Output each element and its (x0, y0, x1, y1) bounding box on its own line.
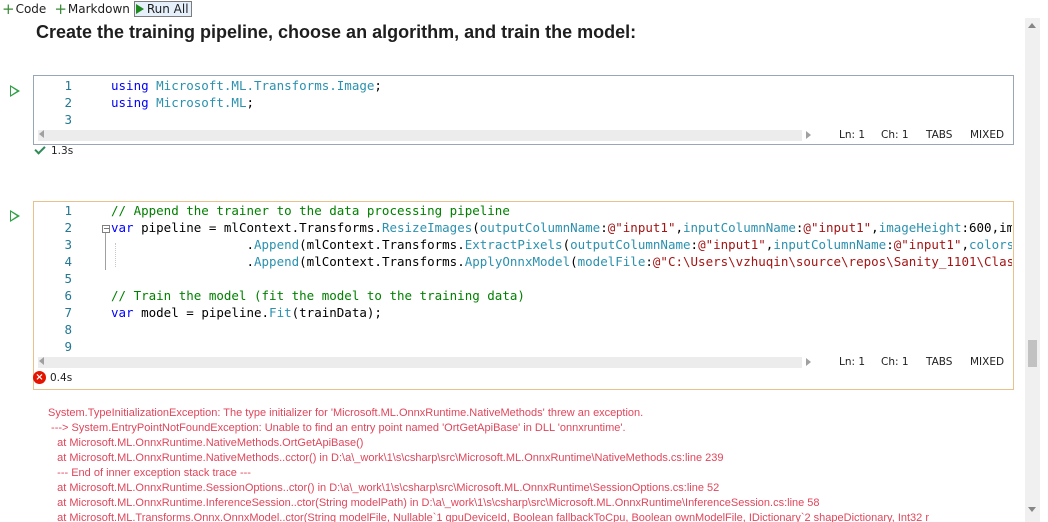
column-indicator: Ch: 1 (881, 129, 909, 141)
horizontal-scrollbar[interactable] (38, 130, 802, 141)
line-ending-indicator[interactable]: MIXED (970, 356, 1004, 368)
error-output-line: ---> System.EntryPointNotFoundException:… (48, 422, 626, 434)
line-number: 1 (64, 203, 72, 218)
code-text[interactable]: using Microsoft.ML.Transforms.Image; (111, 77, 389, 94)
line-number: 2 (64, 220, 72, 235)
add-markdown-label: Markdown (67, 1, 130, 16)
code-line[interactable]: 9 (34, 338, 1012, 355)
error-output-line: System.TypeInitializationException: The … (48, 407, 644, 419)
error-output-line: at Microsoft.ML.OnnxRuntime.NativeMethod… (48, 437, 364, 449)
plus-icon: + (54, 0, 67, 18)
cell-1-execution-status: 1.3s (33, 143, 74, 157)
error-circle-icon: × (33, 371, 46, 384)
indent-guide (115, 243, 117, 267)
fold-guide (105, 233, 107, 270)
line-number: 6 (64, 288, 72, 303)
scroll-right-icon[interactable] (806, 358, 811, 366)
code-line[interactable]: 4 .Append(mlContext.Transforms.ApplyOnnx… (34, 253, 1012, 270)
scroll-thumb[interactable] (1028, 340, 1037, 367)
exec-time: 1.3s (51, 145, 74, 157)
run-cell-2-play-icon[interactable] (10, 210, 20, 222)
code-text[interactable]: .Append(mlContext.Transforms.ApplyOnnxMo… (111, 253, 1012, 270)
code-text[interactable]: var model = pipeline.Fit(trainData); (111, 304, 382, 321)
code-line[interactable]: 6 // Train the model (fit the model to th… (34, 287, 1012, 304)
scroll-left-icon[interactable] (39, 357, 44, 365)
code-line[interactable]: 2 using Microsoft.ML; (34, 94, 1012, 111)
line-number: 5 (64, 271, 72, 286)
code-text[interactable]: var pipeline = mlContext.Transforms.Resi… (111, 219, 1012, 236)
code-text[interactable]: using Microsoft.ML; (111, 94, 254, 111)
run-all-button[interactable]: Run All (133, 0, 192, 17)
error-output-line: at Microsoft.ML.OnnxRuntime.NativeMethod… (48, 452, 724, 464)
error-output-line: at Microsoft.ML.OnnxRuntime.SessionOptio… (48, 482, 720, 494)
check-icon (34, 143, 46, 155)
code-text[interactable]: // Append the trainer to the data proces… (111, 202, 510, 219)
line-number: 4 (64, 254, 72, 269)
plus-icon: + (2, 0, 15, 18)
error-output-line: --- End of inner exception stack trace -… (48, 467, 251, 479)
tabs-indicator[interactable]: TABS (926, 356, 952, 368)
cell-2-execution-status: × 0.4s (33, 371, 72, 384)
code-line[interactable]: 1 // Append the trainer to the data proce… (34, 202, 1012, 219)
vertical-scrollbar[interactable] (1025, 18, 1040, 522)
line-number: 3 (64, 112, 72, 127)
column-indicator: Ch: 1 (881, 356, 909, 368)
line-number: 2 (64, 95, 72, 110)
cell-statusbar: Ln: 1 Ch: 1 TABS MIXED (34, 127, 1012, 144)
horizontal-scrollbar[interactable] (38, 357, 802, 368)
line-indicator: Ln: 1 (839, 356, 866, 368)
scroll-down-icon[interactable] (1028, 507, 1036, 512)
code-line[interactable]: 3 (34, 111, 1012, 128)
code-line[interactable]: 1 using Microsoft.ML.Transforms.Image; (34, 77, 1012, 94)
run-all-label: Run All (146, 1, 189, 16)
add-markdown-button[interactable]: + Markdown (52, 1, 132, 17)
line-number: 8 (64, 322, 72, 337)
notebook-toolbar: + Code + Markdown Run All (0, 0, 1040, 17)
collapse-region-icon[interactable]: − (102, 225, 110, 233)
error-output-line: at Microsoft.ML.OnnxRuntime.InferenceSes… (48, 497, 820, 509)
code-line[interactable]: 3 .Append(mlContext.Transforms.ExtractPi… (34, 236, 1012, 253)
run-cell-1-play-icon[interactable] (10, 85, 20, 97)
code-text[interactable]: // Train the model (fit the model to the… (111, 287, 525, 304)
tabs-indicator[interactable]: TABS (926, 129, 952, 141)
code-cell-2[interactable]: 1 // Append the trainer to the data proce… (33, 201, 1014, 390)
add-code-label: Code (15, 1, 47, 16)
code-cell-1[interactable]: 1 using Microsoft.ML.Transforms.Image; 2 u… (33, 75, 1014, 145)
run-all-icon (135, 3, 144, 14)
scroll-right-icon[interactable] (806, 131, 811, 139)
error-output-line: at Microsoft.ML.Transforms.Onnx.OnnxMode… (48, 512, 930, 522)
code-line[interactable]: 5 (34, 270, 1012, 287)
line-indicator: Ln: 1 (839, 129, 866, 141)
code-line[interactable]: 7 var model = pipeline.Fit(trainData); (34, 304, 1012, 321)
line-ending-indicator[interactable]: MIXED (970, 129, 1004, 141)
line-number: 7 (64, 305, 72, 320)
code-line[interactable]: 8 (34, 321, 1012, 338)
scroll-left-icon[interactable] (39, 130, 44, 138)
line-number: 1 (64, 78, 72, 93)
markdown-heading: Create the training pipeline, choose an … (36, 22, 637, 42)
exec-time: 0.4s (50, 371, 73, 384)
add-code-button[interactable]: + Code (0, 1, 48, 17)
scroll-up-icon[interactable] (1028, 23, 1036, 28)
code-text[interactable]: .Append(mlContext.Transforms.ExtractPixe… (111, 236, 1012, 253)
code-line[interactable]: 2 var pipeline = mlContext.Transforms.Res… (34, 219, 1012, 236)
line-number: 3 (64, 237, 72, 252)
cell-statusbar: Ln: 1 Ch: 1 TABS MIXED (34, 354, 1012, 371)
line-number: 9 (64, 339, 72, 354)
cell-2-error-output: System.TypeInitializationException: The … (48, 406, 1028, 522)
